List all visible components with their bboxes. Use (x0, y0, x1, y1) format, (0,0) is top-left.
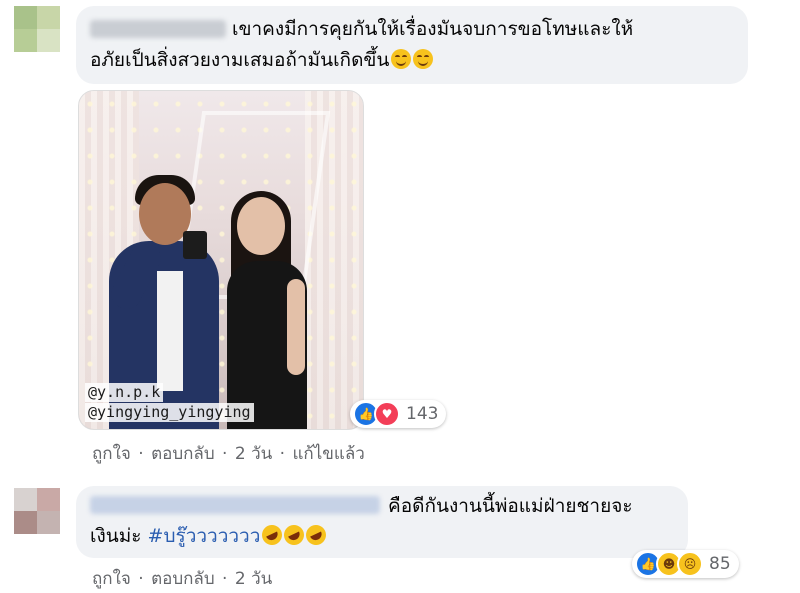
commenter-avatar[interactable] (14, 488, 60, 534)
comment-bubble: คือดีกันงานนี้พ่อแม่ฝ่ายชายจะ เงินม่ะ #บ… (76, 486, 688, 558)
comment-text-line: เขาคงมีการคุยกันให้เรื่องมันจบการขอโทษแล… (232, 18, 634, 40)
rolling-laugh-icon (259, 521, 286, 549)
smiling-face-icon (391, 49, 412, 69)
separator: · (222, 444, 228, 464)
reaction-summary[interactable]: 👍 ♥ 143 (350, 400, 447, 428)
separator: · (279, 444, 286, 464)
hashtag-link[interactable]: #บรู๊ววววววว (148, 525, 261, 547)
comment-text-line: คือดีกันงานนี้พ่อแม่ฝ่ายชายจะ (388, 495, 633, 517)
comment-actions: ถูกใจ · ตอบกลับ · 2 วัน (92, 565, 274, 592)
photo-watermark: @yingying_yingying (85, 403, 254, 422)
reply-link[interactable]: ตอบกลับ (151, 444, 215, 464)
like-link[interactable]: ถูกใจ (92, 444, 131, 464)
commenter-name-redacted[interactable] (90, 496, 380, 514)
like-link[interactable]: ถูกใจ (92, 569, 131, 589)
comment-photo-attachment[interactable]: @y.n.p.k @yingying_yingying (78, 90, 364, 430)
commenter-name-redacted[interactable] (90, 20, 226, 38)
separator: · (222, 569, 228, 589)
sad-icon: ☹ (677, 551, 703, 577)
photo-watermark: @y.n.p.k (85, 383, 164, 402)
separator: · (138, 569, 144, 589)
timestamp-link[interactable]: 2 วัน (235, 569, 272, 589)
comment-text-line: เงินม่ะ #บรู๊ววววววว (90, 521, 330, 549)
separator: · (138, 444, 144, 464)
reaction-count: 143 (406, 404, 439, 424)
comment-actions: ถูกใจ · ตอบกลับ · 2 วัน · แก้ไขแล้ว (92, 440, 367, 467)
love-icon: ♥ (374, 401, 400, 427)
comment-bubble: เขาคงมีการคุยกันให้เรื่องมันจบการขอโทษแล… (76, 6, 748, 84)
edited-label[interactable]: แก้ไขแล้ว (292, 444, 364, 464)
reaction-count: 85 (709, 554, 731, 574)
rolling-laugh-icon (281, 521, 308, 549)
reply-link[interactable]: ตอบกลับ (151, 569, 215, 589)
reaction-summary[interactable]: 👍 ☻ ☹ 85 (632, 550, 739, 578)
rolling-laugh-icon (303, 521, 330, 549)
commenter-avatar[interactable] (14, 6, 60, 52)
timestamp-link[interactable]: 2 วัน (235, 444, 272, 464)
smiling-face-icon (413, 49, 434, 69)
comment-text-line: อภัยเป็นสิ่งสวยงามเสมอถ้ามันเกิดขึ้น (90, 48, 434, 72)
